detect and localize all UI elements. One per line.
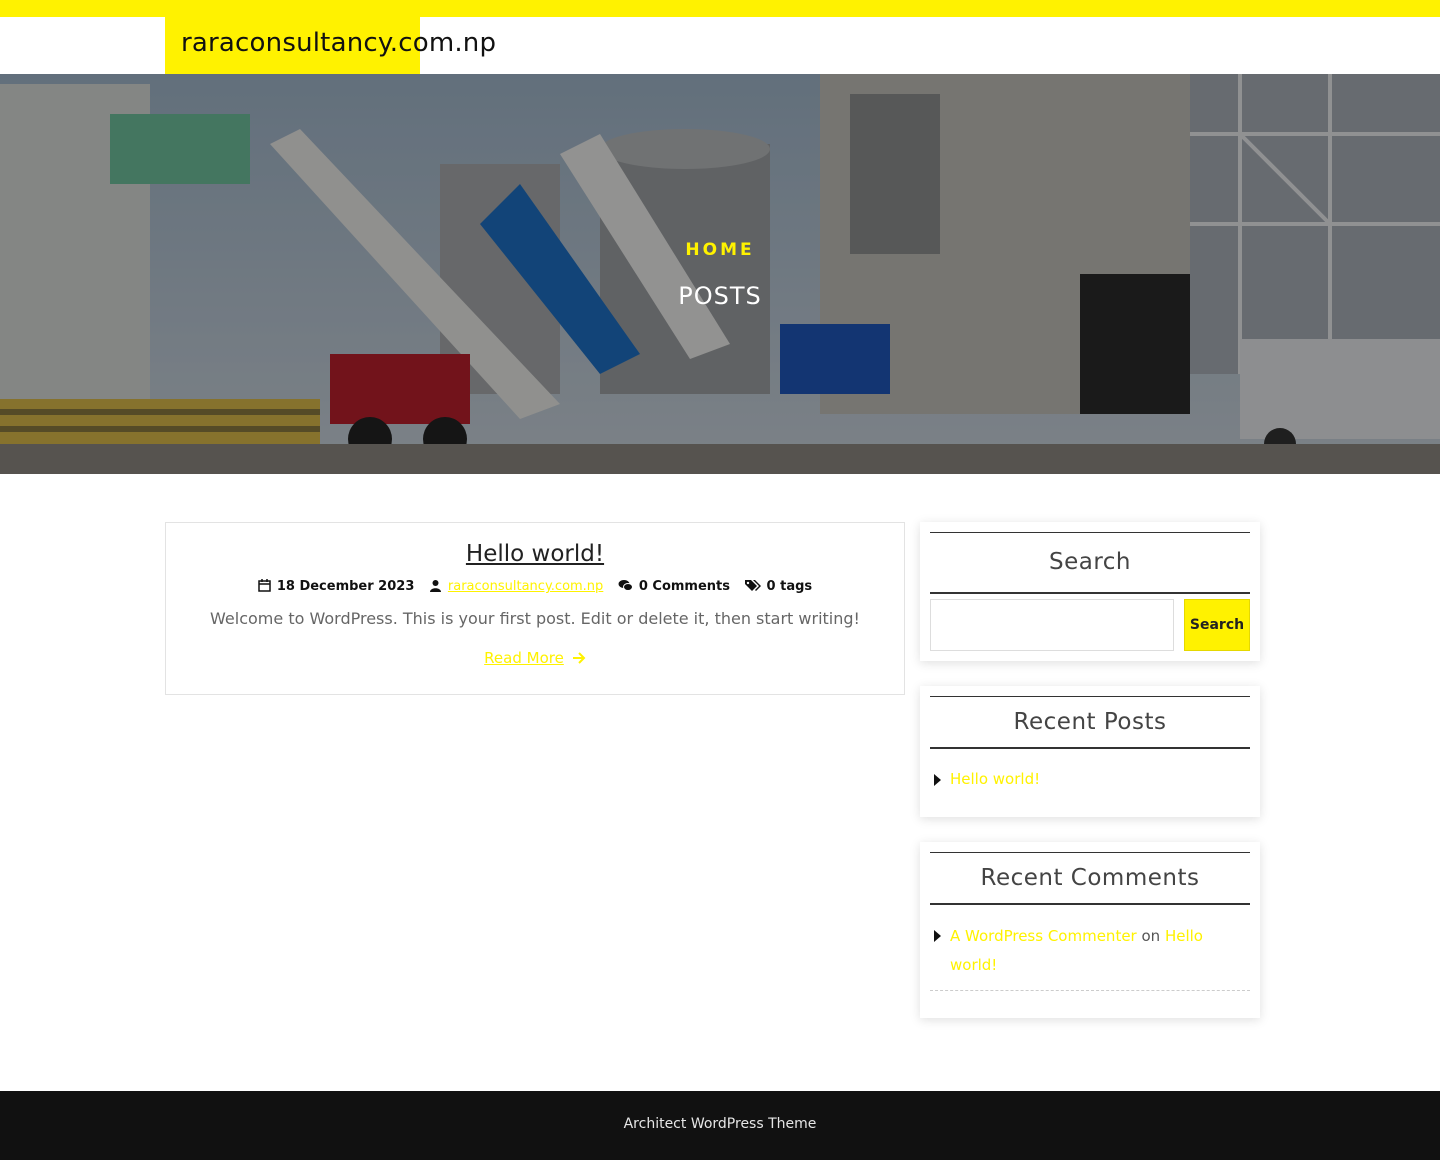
site-header: raraconsultancy.com.np — [0, 17, 1440, 74]
post-meta: 18 December 2023 raraconsultancy.com.np … — [166, 579, 904, 594]
user-icon — [429, 580, 441, 592]
page-hero: HOME POSTS — [0, 74, 1440, 474]
dashed-divider — [930, 990, 1250, 991]
search-widget: Search Search — [920, 522, 1260, 661]
comment-count: 0 Comments — [638, 579, 731, 594]
search-button[interactable]: Search — [1184, 599, 1250, 651]
arrow-right-icon — [572, 652, 586, 664]
recent-posts-widget: Recent Posts Hello world! — [920, 686, 1260, 817]
comments-icon — [618, 580, 633, 591]
post-author: raraconsultancy.com.np — [429, 579, 603, 594]
post-card: Hello world! 18 December 2023 raraconsul… — [165, 522, 905, 695]
comment-author-link[interactable]: A WordPress Commenter — [950, 927, 1137, 945]
post-title-link[interactable]: Hello world! — [166, 541, 904, 567]
calendar-icon — [258, 579, 271, 592]
recent-comments-title: Recent Comments — [930, 852, 1250, 905]
top-accent-bar — [0, 0, 1440, 17]
recent-posts-title: Recent Posts — [930, 696, 1250, 749]
hero-dark-overlay — [0, 74, 1440, 474]
page-title: POSTS — [678, 282, 762, 310]
breadcrumb-home[interactable]: HOME — [0, 240, 1440, 260]
search-input[interactable] — [930, 599, 1174, 651]
post-excerpt: Welcome to WordPress. This is your first… — [210, 609, 860, 628]
recent-comment-item: A WordPress Commenter on Hello world! — [950, 922, 1220, 980]
read-more-label[interactable]: Read More — [484, 649, 564, 667]
site-title-link[interactable]: raraconsultancy.com.np — [181, 28, 496, 58]
search-widget-title: Search — [930, 532, 1250, 594]
site-footer: Architect WordPress Theme — [0, 1091, 1440, 1160]
read-more-link[interactable]: Read More — [166, 649, 904, 667]
footer-credit-link[interactable]: Architect WordPress Theme — [0, 1116, 1440, 1132]
comment-on-text: on — [1141, 927, 1161, 945]
bullet-caret-icon — [934, 774, 941, 786]
tag-count: 0 tags — [766, 579, 813, 594]
bullet-caret-icon — [934, 930, 941, 942]
post-date: 18 December 2023 — [258, 579, 415, 594]
recent-comments-widget: Recent Comments A WordPress Commenter on… — [920, 842, 1260, 1018]
post-tags: 0 tags — [744, 579, 813, 594]
recent-post-link[interactable]: Hello world! — [950, 770, 1040, 788]
post-comments: 0 Comments — [618, 579, 730, 594]
tags-icon — [744, 580, 761, 591]
post-author-link[interactable]: raraconsultancy.com.np — [448, 579, 603, 594]
post-date-text: 18 December 2023 — [276, 579, 415, 594]
